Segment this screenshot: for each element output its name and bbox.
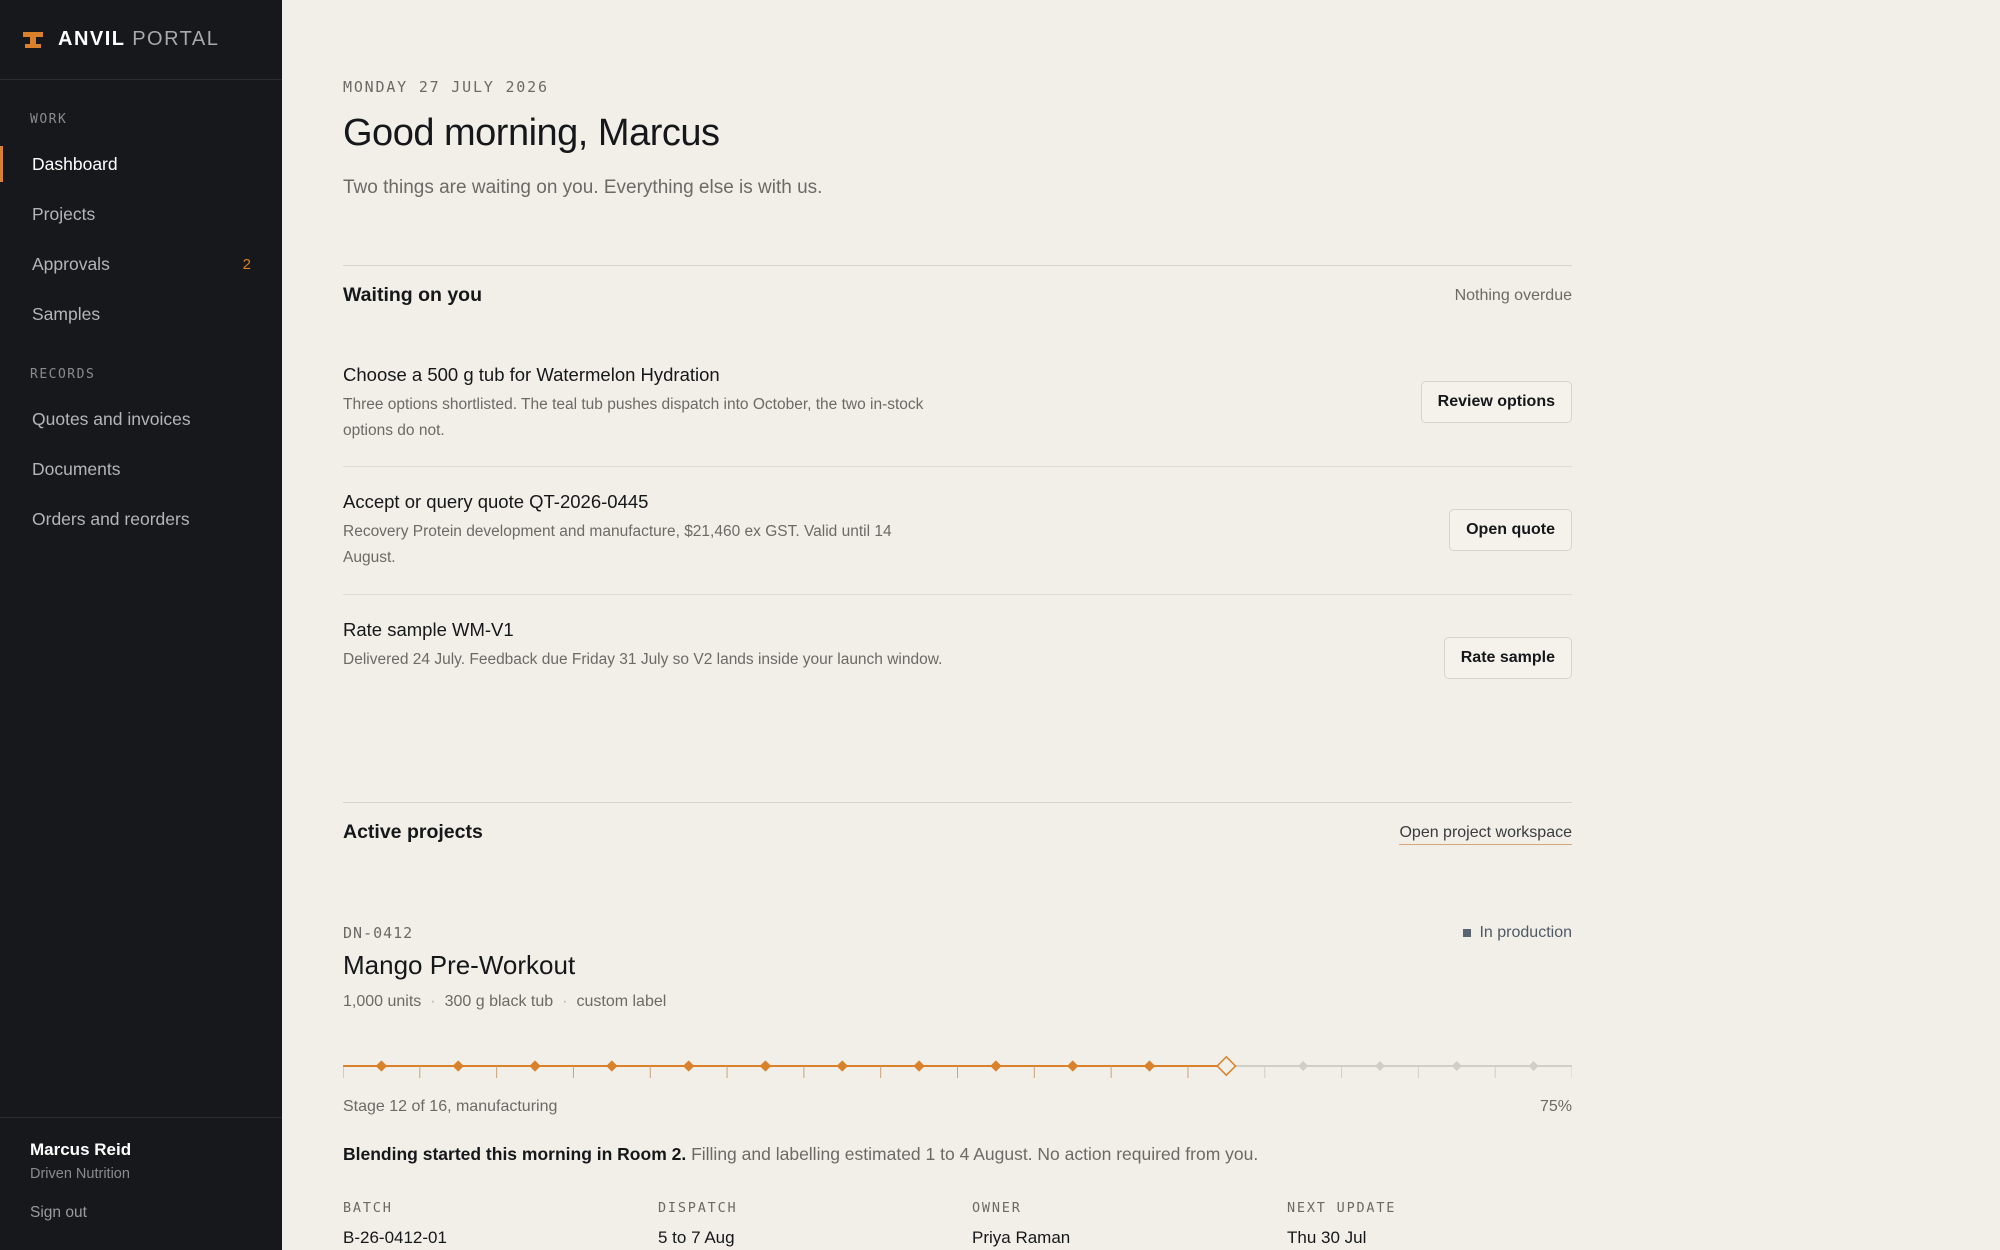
fact-owner: OWNER Priya Raman [972, 1200, 1071, 1247]
task-item: Choose a 500 g tub for Watermelon Hydrat… [343, 364, 1572, 444]
status-badge: In production [1463, 924, 1572, 942]
task-description: Delivered 24 July. Feedback due Friday 3… [343, 651, 943, 668]
stage-marker-done [1143, 1060, 1156, 1072]
project-spec-packaging: 300 g black tub [444, 993, 554, 1010]
open-quote-button[interactable]: Open quote [1449, 509, 1572, 551]
projects-section-title: Active projects [343, 821, 483, 843]
review-options-button[interactable]: Review options [1420, 381, 1572, 423]
stage-marker-done [375, 1060, 388, 1072]
stage-marker-done [836, 1060, 848, 1072]
stage-marker-done [529, 1060, 541, 1072]
current-date: MONDAY 27 JULY 2026 [343, 78, 549, 96]
approvals-count-badge: 2 [242, 255, 251, 273]
stage-marker-pending [1451, 1061, 1462, 1071]
task-item: Accept or query quote QT-2026-0445 Recov… [343, 491, 1572, 571]
sign-out-link[interactable]: Sign out [30, 1204, 252, 1222]
page-subtitle: Two things are waiting on you. Everythin… [343, 177, 823, 198]
project-code: DN-0412 [343, 924, 414, 942]
stage-marker-done [682, 1060, 695, 1072]
fact-next-update: NEXT UPDATE Thu 30 Jul [1287, 1200, 1397, 1247]
stage-marker-pending [1528, 1061, 1539, 1071]
sidebar-item-dashboard[interactable]: Dashboard [0, 139, 282, 189]
task-title: Choose a 500 g tub for Watermelon Hydrat… [343, 364, 720, 385]
brand-name: ANVIL PORTAL [58, 28, 220, 50]
brand[interactable]: ANVIL PORTAL [0, 0, 282, 80]
sidebar-item-approvals[interactable]: Approvals 2 [0, 239, 282, 289]
project-spec-label: custom label [576, 993, 667, 1010]
nav-work: WORK Dashboard Projects Approvals 2 Sampl… [0, 80, 282, 339]
status-square-icon [1463, 929, 1472, 937]
fact-batch: BATCH B-26-0412-01 [343, 1200, 447, 1247]
stage-label: Stage 12 of 16, manufacturing [343, 1098, 558, 1115]
stage-marker-done [606, 1060, 618, 1072]
stage-marker-done [452, 1060, 464, 1072]
user-panel: Marcus Reid Driven Nutrition Sign out [0, 1117, 282, 1250]
stage-marker-current [1216, 1055, 1237, 1077]
project-name: Mango Pre-Workout [343, 950, 576, 980]
task-title: Rate sample WM-V1 [343, 619, 514, 640]
task-divider [343, 594, 1572, 595]
project-update-note: Blending started this morning in Room 2.… [343, 1144, 1259, 1164]
section-divider [343, 802, 1572, 803]
stage-marker-done [913, 1060, 925, 1072]
user-org: Driven Nutrition [30, 1166, 130, 1182]
project-specs: 1,000 units · 300 g black tub · custom label [343, 993, 667, 1010]
nav-heading-records: RECORDS [30, 367, 96, 382]
project-spec-quantity: 1,000 units [343, 993, 422, 1010]
task-divider [343, 466, 1572, 467]
stage-marker-done [759, 1060, 772, 1072]
nav-records: RECORDS Quotes and invoices Documents Or… [0, 339, 282, 544]
waiting-section-title: Waiting on you [343, 284, 483, 306]
sidebar-item-orders-reorders[interactable]: Orders and reorders [0, 494, 282, 544]
task-description: Three options shortlisted. The teal tub … [343, 396, 924, 439]
page-title: Good morning, Marcus [343, 112, 720, 154]
sidebar-item-projects[interactable]: Projects [0, 189, 282, 239]
sidebar-item-quotes-invoices[interactable]: Quotes and invoices [0, 394, 282, 444]
stage-marker-pending [1298, 1061, 1309, 1071]
anvil-logo-icon [23, 31, 43, 48]
nav-heading-work: WORK [30, 112, 68, 127]
sidebar-item-documents[interactable]: Documents [0, 444, 282, 494]
task-item: Rate sample WM-V1 Delivered 24 July. Fee… [343, 619, 1572, 679]
sidebar: ANVIL PORTAL WORK Dashboard Projects App… [0, 0, 282, 1250]
stage-marker-done [990, 1060, 1002, 1072]
stage-marker-done [1067, 1060, 1079, 1072]
stage-progress-track [343, 1055, 1572, 1078]
task-title: Accept or query quote QT-2026-0445 [343, 491, 649, 512]
sidebar-item-samples[interactable]: Samples [0, 289, 282, 339]
rate-sample-button[interactable]: Rate sample [1443, 637, 1572, 679]
waiting-section-meta: Nothing overdue [1454, 287, 1572, 304]
open-project-workspace-link[interactable]: Open project workspace [1399, 824, 1572, 845]
stage-marker-pending [1375, 1061, 1385, 1071]
stage-percent: 75% [1539, 1098, 1572, 1115]
section-divider [343, 265, 1572, 266]
task-description: Recovery Protein development and manufac… [343, 523, 892, 566]
user-name: Marcus Reid [30, 1140, 132, 1159]
fact-dispatch: DISPATCH 5 to 7 Aug [658, 1200, 738, 1247]
